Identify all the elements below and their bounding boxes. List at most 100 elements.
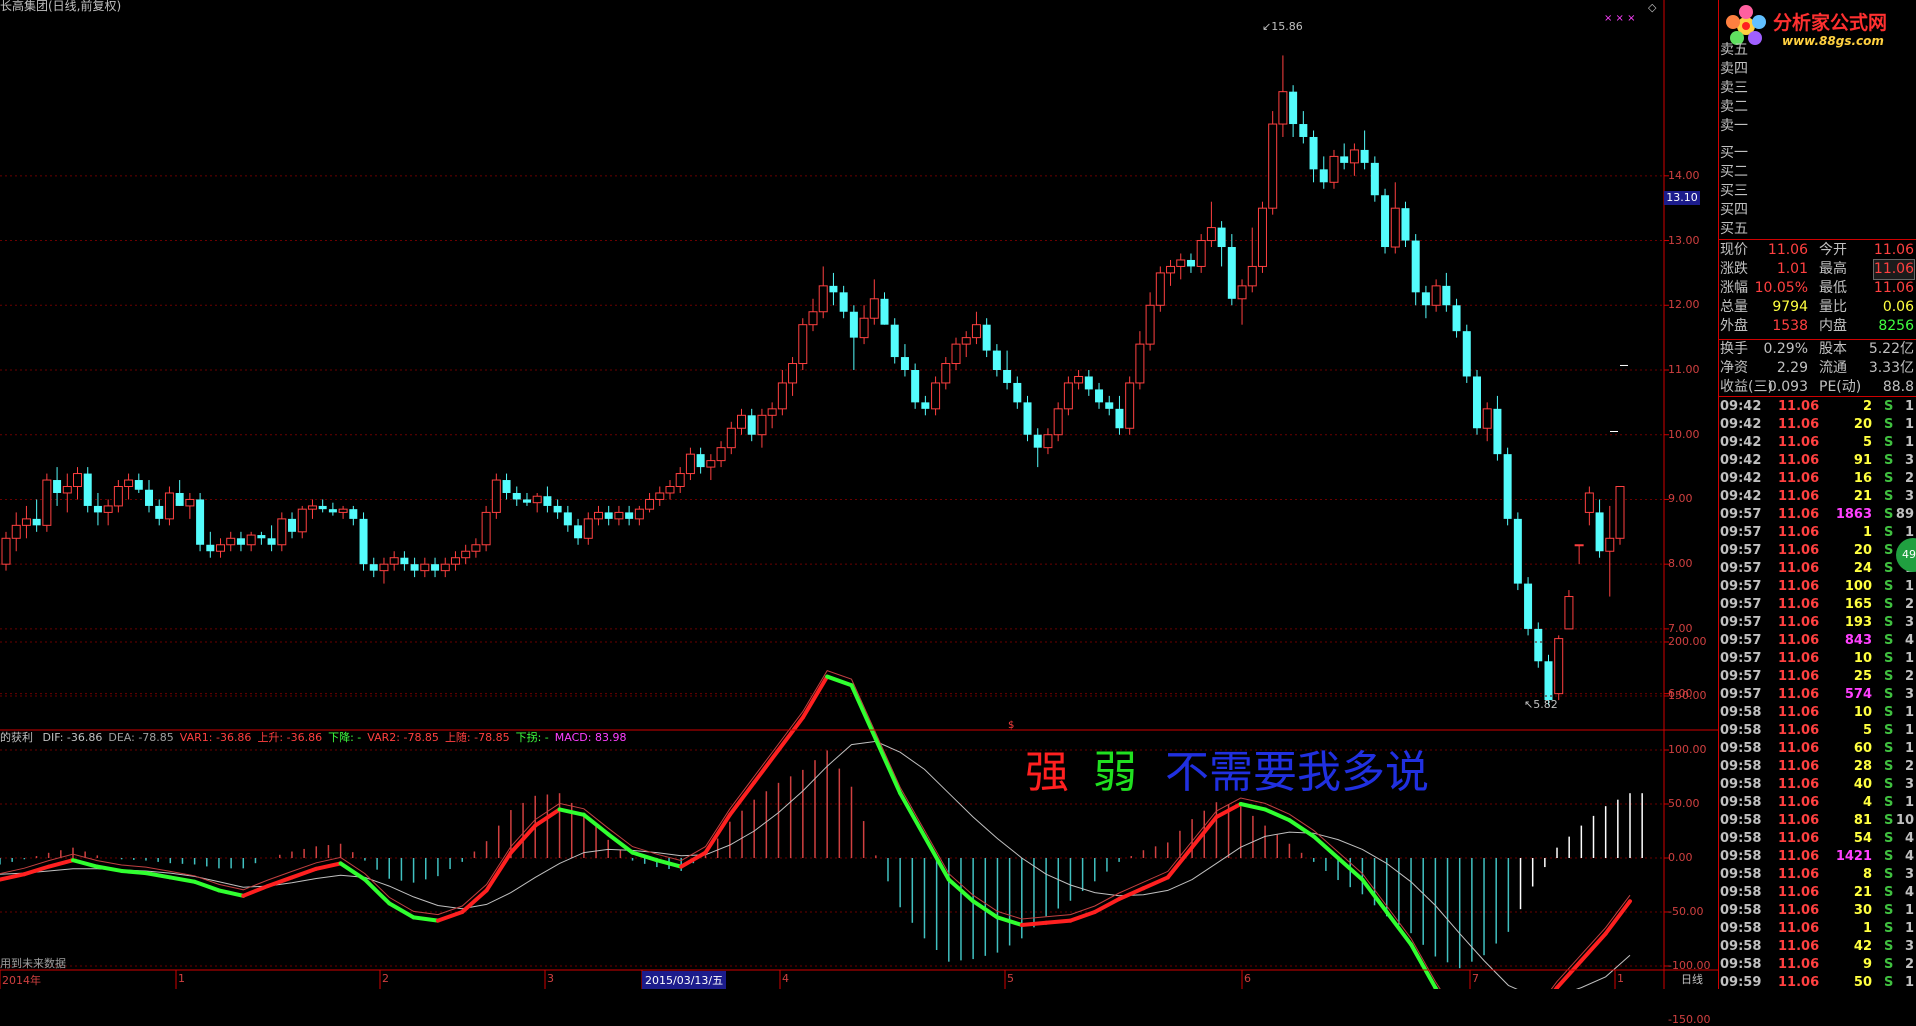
trade-row: 09:58 11.06 42 S 3 [1720, 938, 1916, 956]
candle [461, 544, 471, 565]
trade-price: 11.06 [1778, 723, 1820, 738]
trade-price: 11.06 [1778, 615, 1820, 630]
tab-daily[interactable]: 日线 [1666, 971, 1718, 989]
trade-row: 09:5711.0624S1 [1720, 560, 1916, 578]
candle [625, 505, 634, 526]
candle-body [808, 311, 818, 326]
trade-volume: 4 [1862, 795, 1872, 810]
trade-price: 11.06 [1778, 669, 1820, 684]
candle-body [83, 473, 92, 506]
dif-segment [776, 715, 805, 752]
candle-body [880, 298, 889, 325]
candle [982, 318, 991, 358]
orderbook-sell-level: 卖一 [1720, 118, 1748, 134]
candle [645, 492, 655, 513]
candle [777, 370, 787, 416]
quote-row: 现价 11.06 今开 11.06 [1720, 241, 1916, 260]
trade-price: 11.06 [1778, 867, 1820, 882]
trade-row: 09:57 11.06 843 S 4 [1720, 632, 1916, 650]
candle-body [696, 454, 705, 468]
candle-body [246, 534, 256, 546]
trade-row: 09:58 11.06 1 S 1 [1720, 920, 1916, 938]
dif-segment [1238, 802, 1268, 812]
trade-time: 09:42 [1720, 453, 1762, 468]
trade-side: S [1884, 975, 1894, 990]
x-axis-label: 6 [1244, 972, 1251, 985]
overlay-rest: 不需要我多说 [1165, 747, 1429, 798]
candle-body [307, 505, 317, 510]
candle [961, 331, 971, 358]
trade-volume: 40 [1853, 777, 1872, 792]
candle-body [124, 479, 134, 488]
dollar-marker: $ [1008, 720, 1014, 731]
candle-body [634, 508, 644, 520]
price-axis-label: 10.00 [1668, 427, 1700, 441]
candle [196, 492, 205, 552]
indicator-value: VAR1: -36.86 [179, 731, 252, 744]
candle [1462, 324, 1471, 383]
trade-volume: 843 [1844, 633, 1872, 648]
candle [1043, 428, 1053, 455]
trade-price: 11.06 [1778, 759, 1820, 774]
candle-body [502, 480, 511, 493]
candle [1411, 234, 1420, 306]
candle [574, 518, 583, 545]
candle-body [1482, 408, 1492, 429]
window-controls[interactable]: × × × [1604, 12, 1636, 25]
quote-label: 流通 [1819, 360, 1847, 376]
candle [103, 499, 113, 526]
candle [369, 557, 378, 578]
future-data-note: 用到未来数据 [0, 957, 66, 970]
candle [931, 376, 941, 416]
dif-segment [1311, 834, 1341, 860]
candle-body [257, 535, 266, 539]
orderbook-sell-level: 卖五 [1720, 42, 1748, 58]
candle-body [1431, 285, 1441, 306]
candle-body [685, 453, 695, 475]
chart-title: 长高集团(日线,前复权) [0, 0, 122, 13]
candle-body [113, 486, 123, 507]
candle-body [1206, 227, 1216, 242]
candle [941, 357, 951, 390]
trade-volume: 5 [1862, 435, 1872, 450]
kline-chart[interactable]: $ [0, 0, 1718, 989]
candle [685, 447, 695, 481]
candle-body [1033, 434, 1042, 448]
trade-price: 11.06 [1778, 435, 1820, 450]
x-axis-label: 5 [1007, 972, 1014, 985]
quote-label: 今开 [1819, 242, 1847, 258]
trade-side: S [1884, 921, 1894, 936]
candle [1247, 227, 1257, 293]
candle-body [849, 311, 858, 338]
trade-price: 11.06 [1778, 777, 1820, 792]
quote-value: 11.06 [1767, 242, 1808, 258]
candle [1278, 55, 1288, 137]
trade-volume: 30 [1853, 903, 1872, 918]
candle-body [931, 382, 941, 410]
x-axis-label: 2014年 [2, 974, 41, 987]
quote-value: 11.06 [1873, 280, 1914, 296]
trade-side: S [1884, 813, 1894, 828]
x-axis-label: 3 [547, 972, 554, 985]
indicator-value: 下拐: - [515, 731, 549, 744]
candle [1095, 382, 1104, 409]
candle [328, 502, 337, 516]
trade-volume: 20 [1853, 417, 1872, 432]
divider [1718, 339, 1916, 340]
price-axis-label: 7.00 [1668, 621, 1693, 635]
trade-time: 09:57 [1720, 525, 1762, 540]
candle-body [532, 495, 542, 504]
candle [1125, 376, 1135, 435]
candle [543, 486, 552, 513]
candle [216, 538, 226, 558]
candle [890, 318, 899, 364]
trade-price: 11.06 [1778, 939, 1820, 954]
restore-icon[interactable]: ◇ [1648, 1, 1656, 14]
dif-segment [70, 858, 100, 869]
trade-count: 89 [1895, 507, 1914, 522]
trade-row: 09:58 11.06 81 S 10 [1720, 812, 1916, 830]
overlay-weak: 弱 [1093, 747, 1137, 798]
candle [1615, 486, 1625, 545]
candle-body [420, 563, 430, 572]
dif-segment [557, 807, 586, 817]
